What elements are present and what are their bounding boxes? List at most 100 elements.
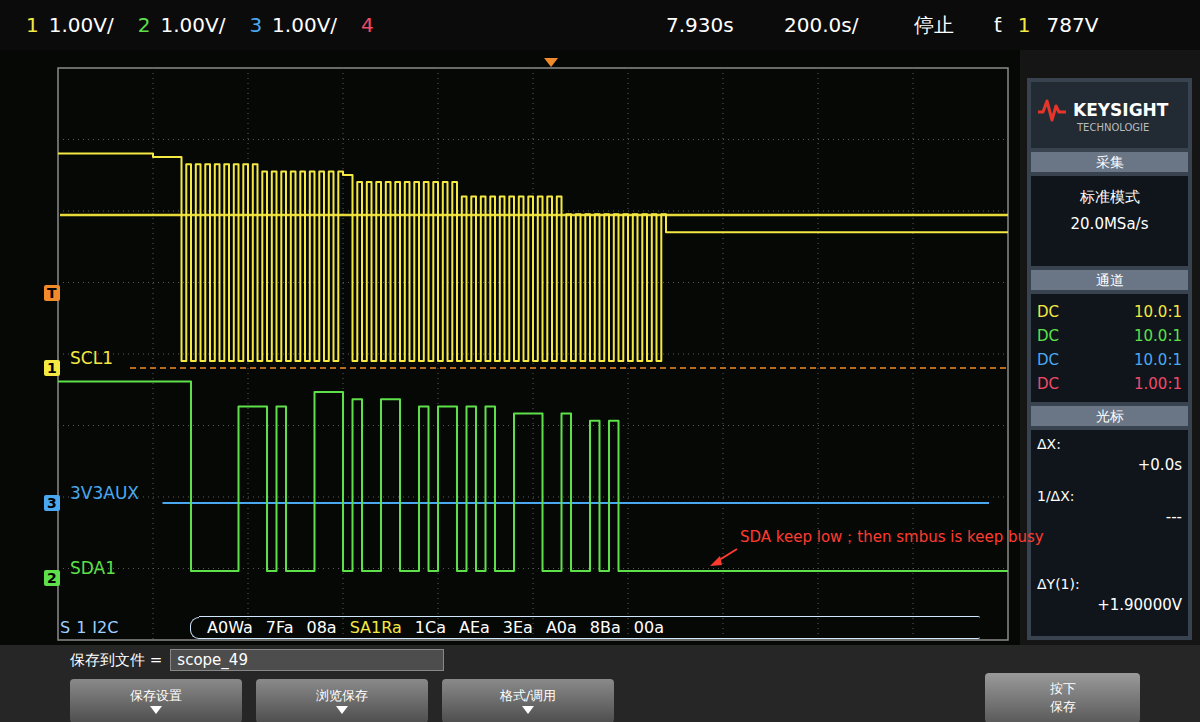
timebase-value: 200.0s/ (784, 13, 914, 37)
channel-scale-value: 1.00V/ (272, 13, 337, 37)
sample-rate: 20.0MSa/s (1071, 215, 1149, 233)
trigger-position-icon (544, 58, 558, 67)
softkey-label: 保存设置 (130, 687, 182, 705)
down-arrow-shape-icon (336, 706, 348, 714)
acquire-header: 采集 (1031, 152, 1188, 172)
file-name-field: scope_49 (170, 649, 444, 671)
channel-number: 3 (249, 13, 262, 37)
bus-start (190, 617, 199, 639)
cursors-header: 光标 (1031, 406, 1188, 426)
channel-coupling: DC (1037, 375, 1059, 393)
grid-line (58, 497, 1008, 498)
channel-label: SCL1 (70, 348, 113, 368)
down-arrow-shape-icon (522, 706, 534, 714)
oscilloscope-screen: 11.00V/21.00V/31.00V/47.930s200.0s/停止ƭ17… (0, 0, 1200, 722)
decode-frame: SA1Ra (350, 618, 402, 637)
down-arrow-icon (148, 705, 164, 715)
trigger-info[interactable]: ƭ1 787V (994, 13, 1098, 37)
save-button-label: 按下 (1050, 680, 1076, 698)
channel-scale-value: 1.00V/ (49, 13, 114, 37)
down-arrow-icon (520, 705, 536, 715)
channel-number: 4 (361, 13, 374, 37)
softkey[interactable]: 浏览保存 (256, 679, 428, 722)
channels-section[interactable]: DC 10.0:1 DC 10.0:1 DC 10.0:1 DC1.00:1 (1031, 294, 1188, 402)
cursors-section[interactable]: ΔX:+0.0s 1/ΔX:--- ΔY(1):+1.90000V (1031, 430, 1188, 636)
save-row: 保存到文件 = scope_49 (70, 649, 1180, 671)
inverse-delta-x-label: 1/ΔX: (1037, 488, 1182, 508)
annotation-text: SDA keep low；then smbus is keep busy (740, 528, 1044, 547)
delta-y-label: ΔY(1): (1037, 576, 1182, 596)
channel-scale[interactable]: 3 1.00V/ (249, 13, 337, 37)
brand-logo: KEYSIGHT TECHNOLOGIE (1031, 82, 1188, 148)
delta-x-value: +0.0s (1037, 456, 1182, 478)
delta-y-value: +1.90000V (1037, 596, 1182, 618)
top-bar: 11.00V/21.00V/31.00V/47.930s200.0s/停止ƭ17… (0, 0, 1200, 50)
brand-name: KEYSIGHT (1073, 100, 1168, 120)
waveform-display: 1SCL133V3AUX2SDA1TS1I2CA0Wa7Fa08aSA1Ra1C… (0, 50, 1020, 645)
graticule (0, 50, 1020, 645)
brand-row: KEYSIGHT (1037, 98, 1182, 122)
channel-coupling: DC (1037, 327, 1059, 345)
acquire-mode: 标准模式 (1080, 188, 1140, 207)
save-label: 保存到文件 = (70, 651, 162, 670)
decode-row: S1I2CA0Wa7Fa08aSA1Ra1CaAEa3EaA0a8Ba00a (60, 616, 980, 639)
grid-line (58, 425, 1008, 426)
channel-scales: 11.00V/21.00V/3 1.00V/4 (26, 13, 666, 37)
channel-marker: 1 (44, 360, 60, 376)
grid-line (58, 139, 1008, 140)
decode-frame: 3Ea (503, 618, 533, 637)
keysight-wave-icon (1038, 101, 1066, 120)
channel-label: SDA1 (70, 558, 116, 578)
trigger-mode-icon: ƭ (994, 13, 1002, 37)
decode-protocol: I2C (92, 618, 118, 637)
decode-frame: 08a (306, 618, 336, 637)
softkey[interactable]: 格式/调用 (442, 679, 614, 722)
annotation-arrowhead-icon (710, 556, 722, 566)
decode-frame: 1Ca (415, 618, 446, 637)
channel-probe: 10.0:1 (1134, 303, 1182, 321)
decode-frame: 00a (634, 618, 664, 637)
softkey-bar: 保存到文件 = scope_49 保存设置 浏览保存 格式/调用 按下保存 (0, 645, 1200, 722)
grid-line (58, 568, 1008, 569)
channel-row[interactable]: DC10.0:1 (1037, 348, 1182, 372)
trigger-source: 1 (1018, 13, 1031, 37)
channel-probe: 10.0:1 (1134, 351, 1182, 369)
side-panel: KEYSIGHT TECHNOLOGIE 采集标准模式 20.0MSa/s 通道 DC 10… (1027, 78, 1192, 640)
brand-subtitle: TECHNOLOGIE (1077, 122, 1182, 133)
decode-index: 1 (76, 618, 86, 637)
decode-label: S1 I2C (60, 618, 190, 637)
channel-marker: 2 (44, 570, 60, 586)
decode-frame: A0a (546, 618, 577, 637)
inverse-delta-x-value: --- (1037, 508, 1182, 530)
down-arrow-icon (334, 705, 350, 715)
channel-coupling: DC (1037, 303, 1059, 321)
keysight-logo-icon (1037, 98, 1067, 122)
decode-frame: 7Fa (266, 618, 294, 637)
save-button[interactable]: 按下保存 (985, 673, 1140, 722)
main-area: 1SCL133V3AUX2SDA1TS1I2CA0Wa7Fa08aSA1Ra1C… (0, 50, 1200, 645)
acquire-section[interactable]: 标准模式 20.0MSa/s (1031, 176, 1188, 266)
decode-prefix: S (60, 618, 70, 637)
channel-probe: 10.0:1 (1134, 327, 1182, 345)
channel-row[interactable]: DC 10.0:1 (1037, 324, 1182, 348)
channel-row[interactable]: DC1.00:1 (1037, 372, 1182, 396)
decode-bus: A0Wa7Fa08aSA1Ra1CaAEa3EaA0a8Ba00a (199, 616, 980, 639)
channel-label: 3V3AUX (70, 483, 139, 503)
softkey[interactable]: 保存设置 (70, 679, 242, 722)
decode-frame: 8Ba (590, 618, 621, 637)
trigger-level-marker: T (44, 285, 60, 301)
softkey-label: 浏览保存 (316, 687, 368, 705)
delta-x-label: ΔX: (1037, 436, 1182, 456)
trigger-level: 787V (1047, 13, 1099, 37)
delay-value: 7.930s (666, 13, 784, 37)
channel-marker: 3 (44, 495, 60, 511)
channel-scale[interactable]: 4 (361, 13, 374, 37)
decode-frame: A0Wa (207, 618, 253, 637)
channel-row[interactable]: DC 10.0:1 (1037, 300, 1182, 324)
channel-scale[interactable]: 21.00V/ (138, 13, 226, 37)
cursor-line (130, 367, 1008, 369)
channels-header: 通道 (1031, 270, 1188, 290)
softkey-label: 格式/调用 (500, 687, 556, 705)
down-arrow-shape-icon (150, 706, 162, 714)
channel-scale[interactable]: 11.00V/ (26, 13, 114, 37)
